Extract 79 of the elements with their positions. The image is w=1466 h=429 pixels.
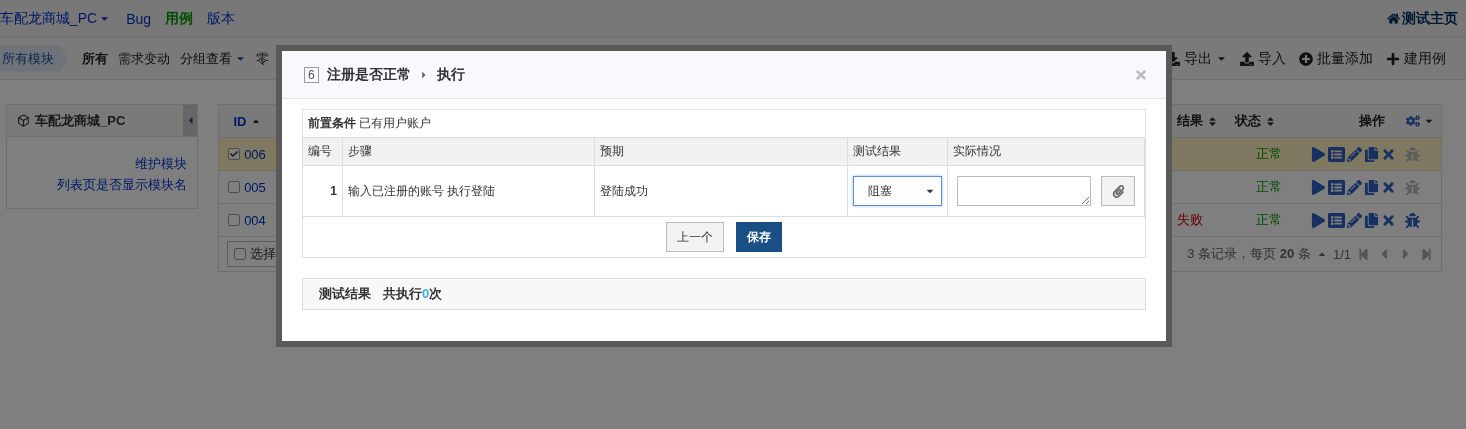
settings-icon[interactable] — [1406, 114, 1420, 128]
edit-icon[interactable] — [1347, 146, 1362, 162]
plus-icon — [1386, 51, 1400, 66]
step-text: 输入已注册的账号 执行登陆 — [348, 182, 496, 200]
upload-icon — [1240, 51, 1254, 66]
filter-tab[interactable]: 需求变动 — [118, 49, 170, 68]
last-page-icon[interactable] — [1420, 247, 1433, 261]
row-checkbox[interactable] — [228, 181, 241, 193]
home-link[interactable]: 测试主页 — [1402, 9, 1458, 28]
case-number: 6 — [304, 66, 319, 83]
filter-tab[interactable]: 零 — [256, 49, 269, 68]
column-header: 预期 — [595, 138, 848, 166]
close-button[interactable] — [1134, 67, 1148, 82]
edit-icon[interactable] — [1347, 179, 1362, 195]
record-summary: 3 条记录，每页 20 条 — [1187, 245, 1311, 263]
toolbar-button[interactable]: 批量添加 — [1299, 49, 1373, 68]
first-page-icon[interactable] — [1357, 247, 1370, 261]
dialog-title: 注册是否正常 — [326, 65, 411, 84]
actual-result-field[interactable] — [957, 176, 1091, 206]
delete-icon[interactable] — [1381, 179, 1396, 195]
precondition-label: 前置条件 — [308, 115, 356, 132]
column-header[interactable]: 操作 — [1309, 105, 1399, 138]
panel-link[interactable]: 列表页是否显示模块名 — [57, 176, 187, 194]
column-header: 实际情况 — [948, 138, 1145, 166]
status-text: 正常 — [1256, 178, 1282, 196]
filter-tab[interactable]: 所有 — [82, 49, 108, 68]
nav-tab[interactable]: 版本 — [207, 9, 236, 28]
column-header: 测试结果 — [848, 138, 948, 166]
run-count-text: 共执行0次 — [383, 285, 443, 303]
results-label: 测试结果 — [319, 285, 371, 303]
list-icon[interactable] — [1328, 145, 1345, 163]
module-breadcrumb[interactable]: 所有模块 — [0, 45, 68, 72]
nav-tab[interactable]: 用例 — [165, 9, 194, 28]
result-dropdown[interactable]: 阻塞 — [853, 176, 942, 206]
dialog-button[interactable]: 上一个 — [666, 222, 724, 252]
status-text: 正常 — [1256, 145, 1282, 163]
panel-link[interactable]: 维护模块 — [135, 155, 187, 173]
attach-button[interactable] — [1101, 176, 1135, 206]
dialog-action: 执行 — [436, 65, 465, 84]
paperclip-icon[interactable] — [1111, 184, 1125, 198]
run-icon[interactable] — [1311, 179, 1326, 195]
edit-icon[interactable] — [1347, 212, 1362, 228]
list-icon[interactable] — [1328, 178, 1345, 196]
dialog-button[interactable]: 保存 — [736, 222, 782, 252]
table-row-id[interactable]: 006 — [219, 138, 275, 171]
row-checkbox[interactable] — [228, 214, 241, 226]
collapse-button[interactable] — [183, 105, 197, 136]
step-number: 1 — [330, 184, 337, 198]
run-icon[interactable] — [1311, 146, 1326, 162]
cube-icon — [17, 114, 30, 127]
panel-title: 车配龙商城_PC — [35, 111, 126, 130]
list-icon[interactable] — [1328, 211, 1345, 229]
column-header: 编号 — [303, 138, 343, 166]
column-header[interactable]: ID — [219, 105, 275, 138]
copy-icon[interactable] — [1364, 212, 1379, 228]
page-indicator: 1/1 — [1332, 246, 1351, 262]
filter-tab[interactable]: 分组查看 — [180, 49, 246, 68]
column-header: 步骤 — [343, 138, 595, 166]
toolbar-button[interactable]: 建用例 — [1386, 49, 1446, 68]
row-checkbox[interactable] — [228, 148, 241, 160]
check-icon — [230, 150, 239, 158]
product-switcher[interactable]: 车配龙商城_PC — [0, 9, 111, 28]
nav-tab[interactable]: Bug — [126, 10, 152, 27]
bug-icon[interactable] — [1405, 212, 1420, 228]
run-icon[interactable] — [1311, 212, 1326, 228]
column-header[interactable]: 结果 — [1173, 105, 1229, 138]
column-header[interactable]: 状态 — [1229, 105, 1309, 138]
expected-text: 登陆成功 — [600, 182, 648, 200]
result-text: 失败 — [1177, 211, 1203, 229]
home-icon[interactable] — [1387, 12, 1400, 25]
status-text: 正常 — [1256, 211, 1282, 229]
toolbar-button[interactable]: 导入 — [1240, 49, 1286, 68]
table-row-id[interactable]: 005 — [219, 171, 275, 204]
table-row-id[interactable]: 004 — [219, 204, 275, 237]
precondition-text: 已有用户账户 — [359, 115, 432, 132]
copy-icon[interactable] — [1364, 146, 1379, 162]
delete-icon[interactable] — [1381, 146, 1396, 162]
copy-icon[interactable] — [1364, 179, 1379, 195]
delete-icon[interactable] — [1381, 212, 1396, 228]
